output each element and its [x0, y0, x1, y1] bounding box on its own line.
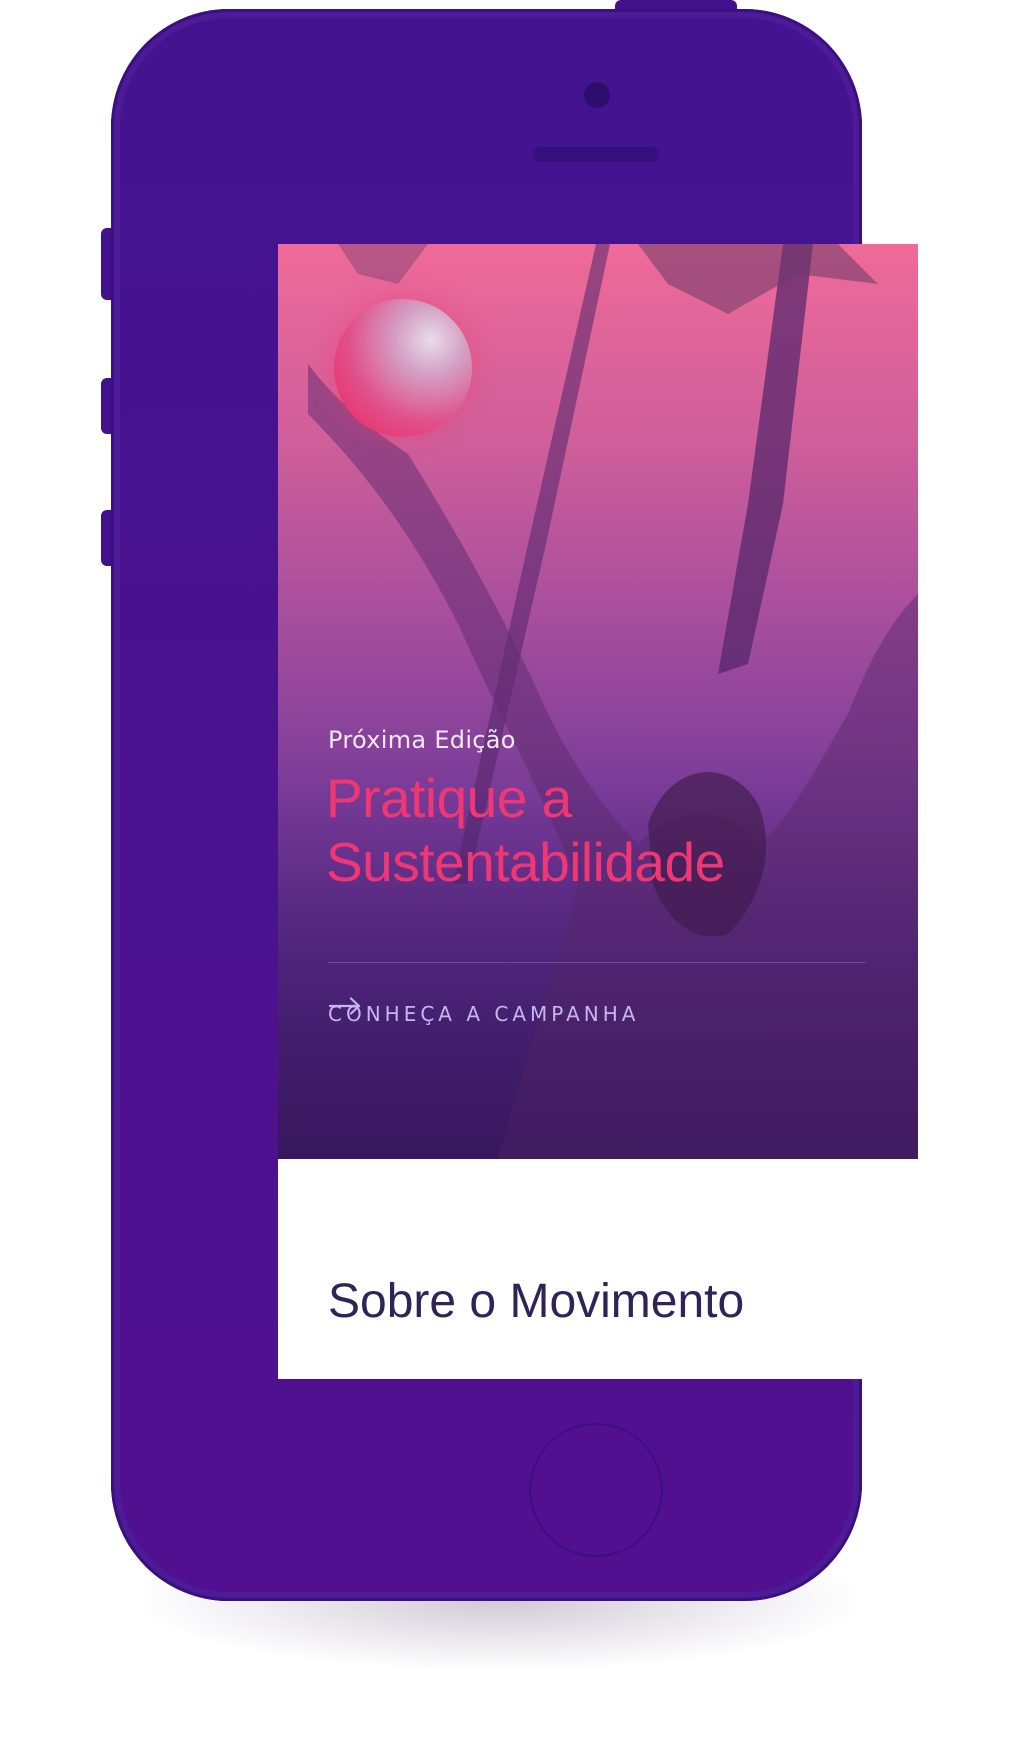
speaker-icon: [533, 147, 659, 162]
campaign-link[interactable]: CONHEÇA A CAMPANHA: [328, 996, 866, 1032]
hero-headline: Pratique a Sustentabilidade: [326, 767, 725, 893]
hero-banner: Próxima Edição Pratique a Sustentabilida…: [278, 244, 918, 1159]
stage: Próxima Edição Pratique a Sustentabilida…: [0, 0, 1010, 1753]
camera-icon: [584, 82, 610, 108]
campaign-link-label: CONHEÇA A CAMPANHA: [328, 1002, 640, 1026]
home-button-icon[interactable]: [531, 1425, 661, 1555]
hero-eyebrow: Próxima Edição: [328, 726, 516, 754]
phone-frame: Próxima Edição Pratique a Sustentabilida…: [111, 9, 918, 1601]
hero-divider: [328, 962, 866, 963]
phone-screen: Próxima Edição Pratique a Sustentabilida…: [278, 244, 918, 1379]
section-title: Sobre o Movimento: [328, 1275, 745, 1328]
decorative-sphere: [334, 299, 472, 437]
arrow-right-icon: [328, 997, 361, 1015]
